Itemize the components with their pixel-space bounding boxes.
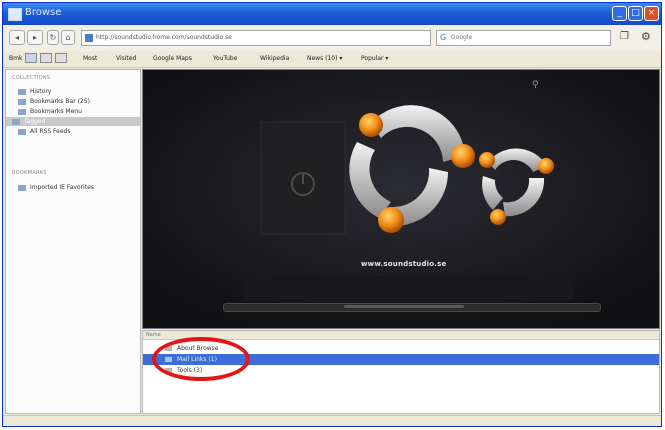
search-icon[interactable]: ⚲ [532,80,539,90]
title-bar[interactable]: Browse _ □ × [3,3,661,25]
tag-icon [12,118,20,125]
forward-arrow-icon[interactable]: ▸ [27,30,43,45]
history-icon [18,88,26,95]
sidebar-item-imported-favorites[interactable]: Imported IE Favorites [12,183,136,192]
bookmark-item[interactable]: YouTube [213,53,237,64]
window-title: Browse [25,7,62,18]
rss-icon [18,128,26,135]
sidebar-header-collections: COLLECTIONS [12,75,51,81]
status-bar [3,415,661,426]
minimize-button[interactable]: _ [612,6,627,21]
cover-flow-scroll-thumb[interactable] [344,305,464,308]
browser-window: Browse _ □ × ◂ ▸ ↻ ⌂ http://soundstudio.… [2,2,662,427]
sidebar-item-bookmarks-bar[interactable]: Bookmarks Bar (25) [12,97,136,106]
gear-icon[interactable]: ⚙ [641,30,651,43]
reload-icon[interactable]: ↻ [47,30,59,45]
sidebar-item-rss-feeds[interactable]: All RSS Feeds [12,127,136,136]
site-favicon [85,34,93,42]
cover-item-left[interactable] [260,121,346,235]
folder-icon [18,184,26,191]
search-field[interactable]: G Google [436,30,611,46]
search-engine-icon[interactable]: G [440,33,446,43]
search-placeholder: Google [451,34,473,41]
app-icon [8,8,22,21]
bookmark-icon[interactable]: ❐ [620,31,629,42]
home-icon[interactable]: ⌂ [61,30,75,45]
cover-flow-scrollbar[interactable] [223,303,601,312]
view-grid-icon[interactable] [55,53,67,63]
url-text: http://soundstudio.home.com/soundstudio.… [96,34,232,41]
view-list-icon[interactable] [25,53,37,63]
folder-icon [18,108,26,115]
sidebar-item-tagged[interactable]: Tagged [6,117,140,126]
back-arrow-icon[interactable]: ◂ [9,30,25,45]
bookmarks-toolbar: Bmk Most Visited Google Maps YouTube Wik… [3,51,661,68]
bookmark-item[interactable]: Popular ▾ [361,53,388,64]
cover-flow-view[interactable]: ⚲ www.soundstudio.se [142,69,660,329]
sidebar-header-bookmarks: BOOKMARKS [12,170,47,176]
sidebar-item-bookmarks-menu[interactable]: Bookmarks Menu [12,107,136,116]
bookmark-item[interactable]: Bmk [9,53,22,64]
folder-icon [18,98,26,105]
view-cover-icon[interactable] [40,53,52,63]
navigation-toolbar: ◂ ▸ ↻ ⌂ http://soundstudio.home.com/soun… [3,25,661,51]
close-button[interactable]: × [644,6,659,21]
cover-label: www.soundstudio.se [361,260,447,268]
bookmark-item[interactable]: News (10) ▾ [307,53,342,64]
sidebar-item-history[interactable]: History [12,87,136,96]
cover-flow-canvas [143,70,659,328]
bookmark-item[interactable]: Google Maps [153,53,192,64]
bookmark-item[interactable]: Most [83,53,97,64]
maximize-button[interactable]: □ [628,6,643,21]
url-field[interactable]: http://soundstudio.home.com/soundstudio.… [81,30,431,46]
library-sidebar: COLLECTIONS History Bookmarks Bar (25) B… [5,69,141,414]
bookmark-item[interactable]: Visited [116,53,136,64]
red-highlight-circle [152,337,250,381]
bookmark-item[interactable]: Wikipedia [260,53,289,64]
